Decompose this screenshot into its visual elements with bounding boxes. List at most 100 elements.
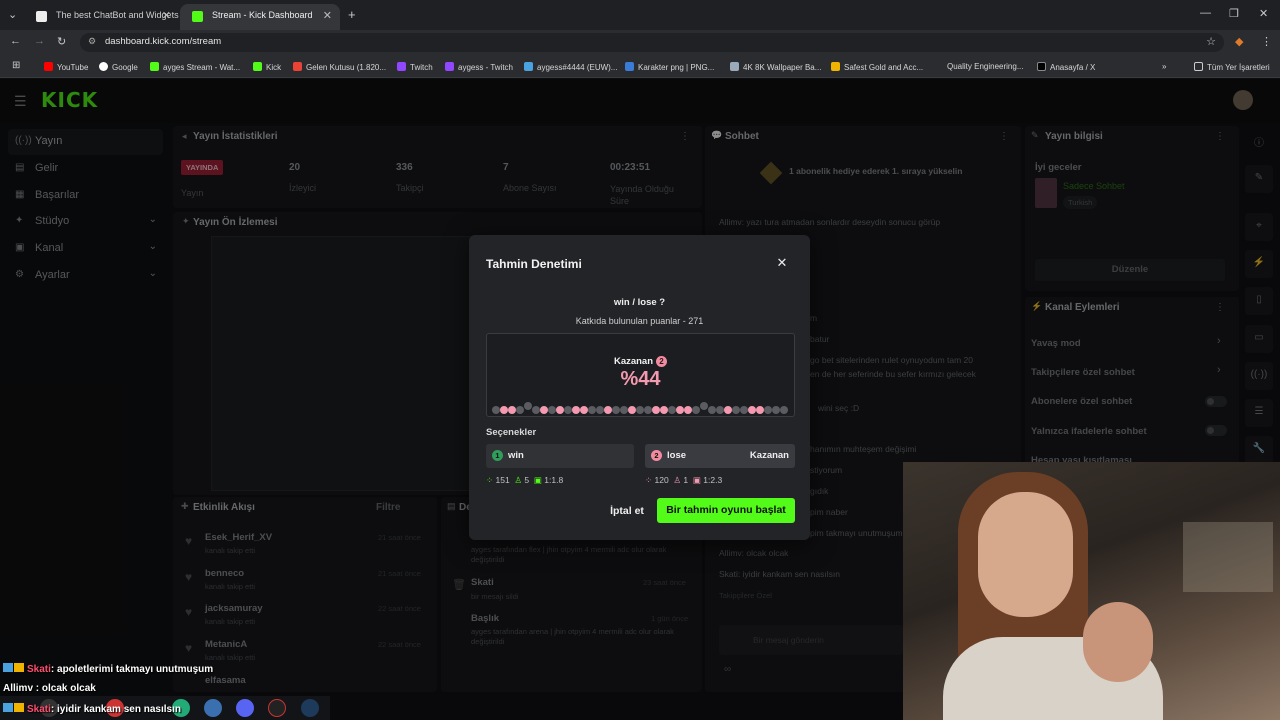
modal-title: Tahmin Denetimi bbox=[486, 257, 582, 271]
tab-kick-dashboard[interactable]: Stream - Kick Dashboard ✕ bbox=[180, 4, 340, 30]
stream-chat-badge-icon bbox=[14, 703, 24, 712]
vote-dot bbox=[516, 406, 524, 414]
twitch-icon bbox=[445, 62, 454, 71]
bookmark-label: aygess - Twitch bbox=[458, 63, 513, 72]
option-ratio: 1:2.3 bbox=[703, 475, 723, 485]
vote-dot bbox=[628, 406, 636, 414]
menu-kebab-icon[interactable]: ⋮ bbox=[1261, 35, 1272, 48]
kick-icon bbox=[150, 62, 159, 71]
option-win[interactable]: 1 win bbox=[486, 444, 634, 468]
league-icon[interactable] bbox=[301, 699, 319, 717]
winner-percent: %44 bbox=[620, 368, 661, 390]
bookmark-aygess-twitch[interactable]: aygess - Twitch bbox=[445, 62, 513, 72]
reload-icon[interactable]: ↻ bbox=[57, 35, 66, 48]
folder-icon bbox=[1194, 62, 1203, 71]
contributed-points: Katkıda bulunulan puanlar - 271 bbox=[575, 316, 704, 326]
bookmark-youtube[interactable]: YouTube bbox=[44, 62, 88, 72]
bookmark-label: Quality Engineering... bbox=[947, 62, 1024, 71]
bookmark-twitch[interactable]: Twitch bbox=[397, 62, 433, 72]
maximize-icon[interactable]: ❐ bbox=[1229, 7, 1239, 20]
bookmark-wallpaper[interactable]: 4K 8K Wallpaper Ba... bbox=[730, 62, 821, 72]
stream-chat-badge-icon bbox=[14, 663, 24, 672]
winner-tag: Kazanan bbox=[749, 450, 789, 461]
close-icon[interactable]: ✕ bbox=[774, 255, 790, 271]
winner-label: Kazanan 2 bbox=[486, 356, 795, 367]
tab-chatbot[interactable]: The best ChatBot and Widgets ✕ bbox=[24, 4, 179, 30]
stream-chat-text: : olcak olcak bbox=[33, 683, 96, 694]
vote-dot bbox=[508, 406, 516, 414]
option-number: 2 bbox=[651, 450, 662, 461]
vote-dot bbox=[780, 406, 788, 414]
x-icon bbox=[1037, 62, 1046, 71]
start-prediction-button[interactable]: Bir tahmin oyunu başlat bbox=[657, 498, 795, 523]
vote-dot bbox=[532, 406, 540, 414]
close-icon[interactable]: ✕ bbox=[323, 9, 332, 22]
vote-dot bbox=[692, 406, 700, 414]
close-icon[interactable]: ✕ bbox=[162, 9, 171, 22]
bookmark-kick[interactable]: Kick bbox=[253, 62, 281, 72]
vote-dot bbox=[716, 406, 724, 414]
new-tab-icon[interactable]: + bbox=[348, 7, 356, 22]
stream-chat-line: Skati: iyidir kankam sen nasılsın bbox=[3, 703, 181, 715]
vote-dot bbox=[772, 406, 780, 414]
vote-dot bbox=[708, 406, 716, 414]
person-face bbox=[978, 492, 1073, 617]
all-bookmarks[interactable]: Tüm Yer İşaretleri bbox=[1194, 62, 1270, 72]
stream-chat-badge-icon bbox=[3, 663, 13, 672]
bookmark-gmail[interactable]: Gelen Kutusu (1.820... bbox=[293, 62, 386, 72]
points-icon: ⁘ bbox=[486, 475, 494, 485]
back-icon[interactable]: ← bbox=[10, 35, 21, 47]
bookmark-label: Gelen Kutusu (1.820... bbox=[306, 63, 387, 72]
obs-icon[interactable] bbox=[268, 699, 286, 717]
prediction-question: win / lose ? bbox=[613, 297, 666, 308]
option-users: 1 bbox=[683, 475, 689, 485]
bookmark-safest-gold[interactable]: Safest Gold and Acc... bbox=[831, 62, 923, 72]
apps-grid-icon[interactable]: ⊞ bbox=[12, 60, 20, 71]
bookmarks-overflow-icon[interactable]: » bbox=[1162, 62, 1166, 71]
twitch-icon bbox=[397, 62, 406, 71]
stream-chat-user: Skati bbox=[27, 664, 51, 675]
option-label: lose bbox=[667, 450, 687, 461]
bookmark-star-icon[interactable]: ☆ bbox=[1206, 35, 1216, 48]
vote-dot bbox=[636, 406, 644, 414]
bookmark-google[interactable]: Google bbox=[99, 62, 138, 72]
bookmark-quality-engineering[interactable]: Quality Engineering... bbox=[947, 62, 1024, 71]
option-number: 1 bbox=[492, 450, 503, 461]
stream-chat-user: Skati bbox=[27, 704, 51, 715]
browser-tab-bar: ⌄ The best ChatBot and Widgets ✕ Stream … bbox=[0, 0, 1280, 30]
option-ratio: 1:1.8 bbox=[544, 475, 564, 485]
ratio-icon: ▣ bbox=[692, 475, 701, 485]
person-hand bbox=[1083, 602, 1153, 682]
vote-dot bbox=[652, 406, 660, 414]
url-input[interactable]: ⚙ dashboard.kick.com/stream ☆ bbox=[80, 33, 1224, 52]
option-points: 151 bbox=[495, 475, 510, 485]
tab-list-icon[interactable]: ⌄ bbox=[8, 8, 17, 21]
site-info-icon[interactable]: ⚙ bbox=[88, 36, 96, 47]
discord-icon[interactable] bbox=[236, 699, 254, 717]
tab-title: Stream - Kick Dashboard bbox=[212, 10, 313, 20]
bookmark-label: Google bbox=[112, 63, 138, 72]
window-close-icon[interactable]: ✕ bbox=[1259, 7, 1268, 20]
vote-dot bbox=[740, 406, 748, 414]
bookmark-label: YouTube bbox=[57, 63, 89, 72]
minimize-icon[interactable]: — bbox=[1200, 7, 1211, 19]
bookmark-ayges-stream[interactable]: ayges Stream - Wat... bbox=[150, 62, 240, 72]
stream-chat-user: Allimv bbox=[3, 683, 34, 694]
bookmark-karakter-png[interactable]: Karakter png | PNG... bbox=[625, 62, 714, 72]
forward-icon[interactable]: → bbox=[34, 35, 45, 47]
bookmark-label: ayges Stream - Wat... bbox=[163, 63, 241, 72]
bookmark-label: Twitch bbox=[410, 63, 433, 72]
app-icon[interactable] bbox=[204, 699, 222, 717]
cancel-button[interactable]: İptal et bbox=[602, 499, 652, 523]
bookmark-label: Karakter png | PNG... bbox=[638, 63, 715, 72]
vote-dot bbox=[612, 406, 620, 414]
vote-dot bbox=[556, 406, 564, 414]
stream-chat-badge-icon bbox=[3, 703, 13, 712]
bookmark-label: Kick bbox=[266, 63, 282, 72]
bookmark-x[interactable]: Anasayfa / X bbox=[1037, 62, 1095, 72]
option-lose[interactable]: 2 lose Kazanan bbox=[645, 444, 795, 468]
bookmark-aygess-euw[interactable]: aygess#4444 (EUW)... bbox=[524, 62, 617, 72]
wallpaper-icon bbox=[730, 62, 739, 71]
extension-icon[interactable]: ◆ bbox=[1235, 35, 1243, 48]
vote-dot bbox=[748, 406, 756, 414]
